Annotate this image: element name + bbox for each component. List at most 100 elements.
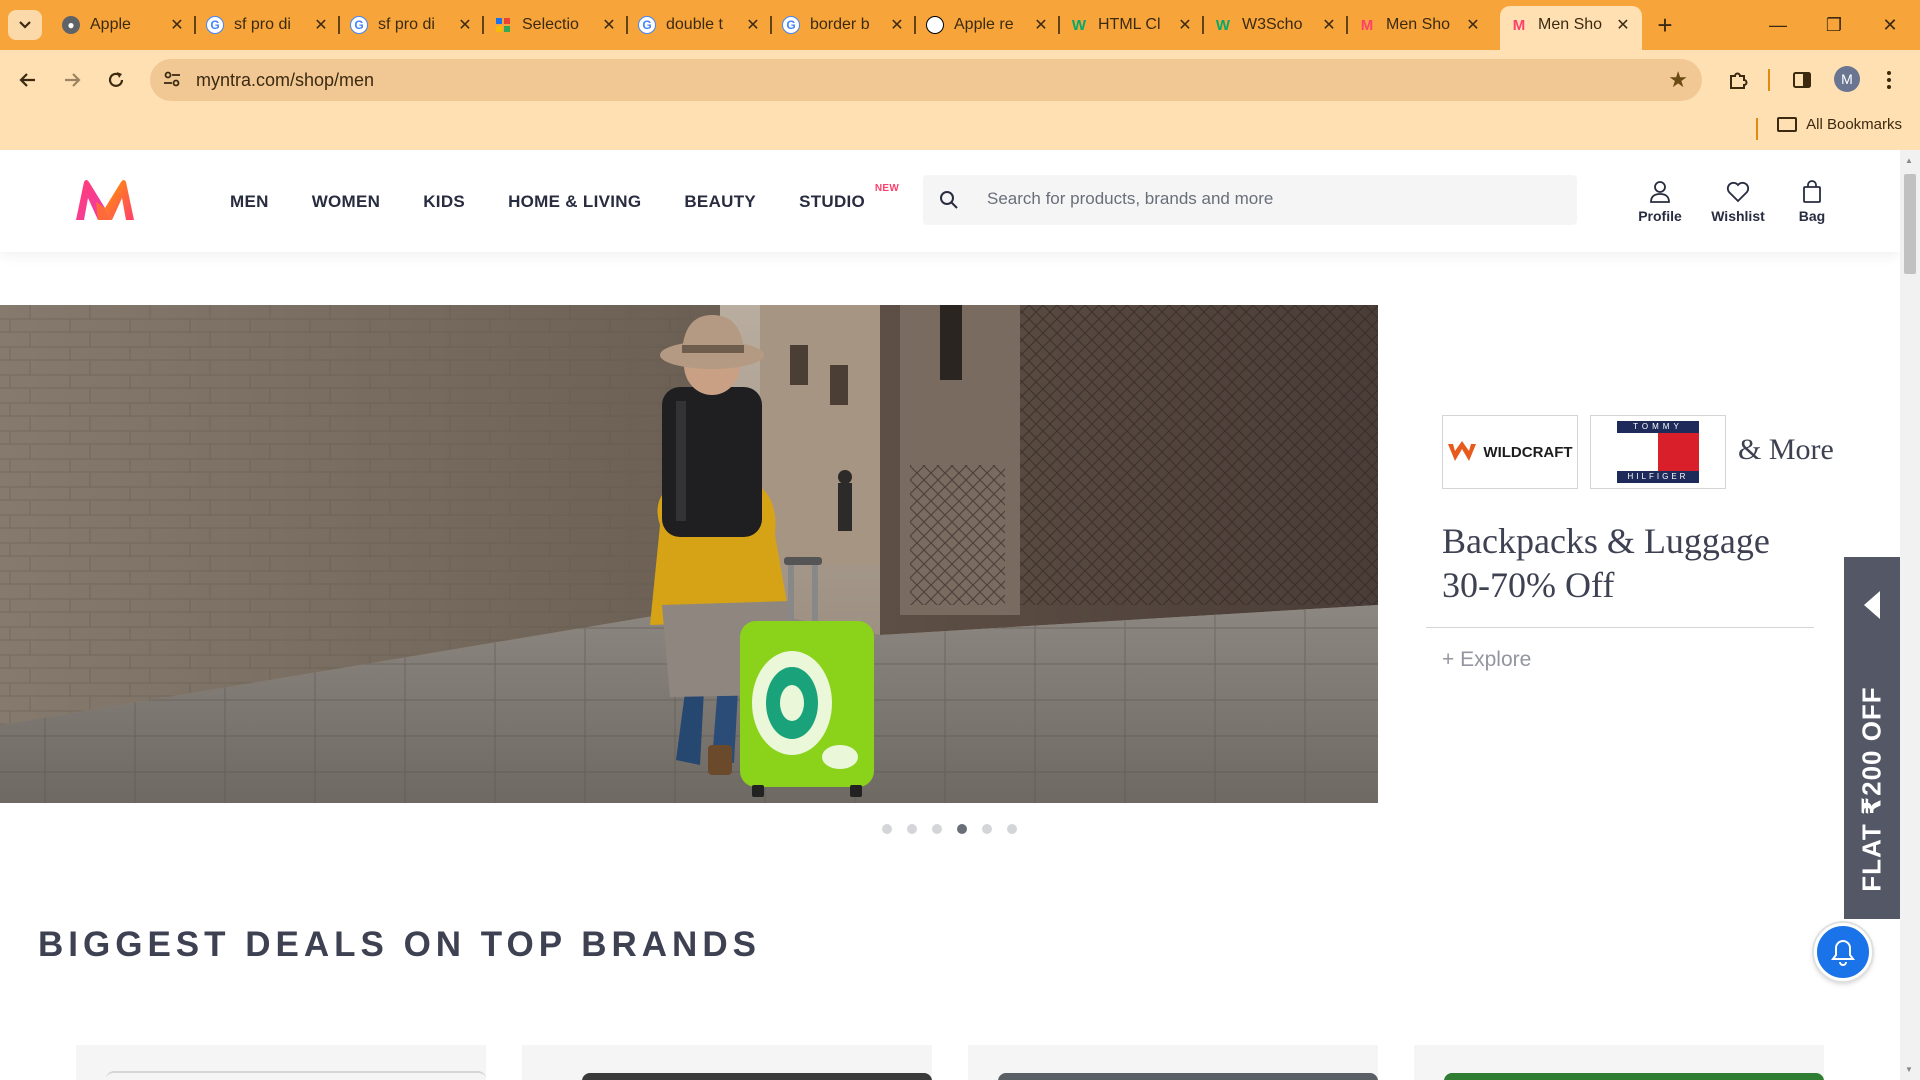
- tab-title: sf pro di: [378, 16, 435, 33]
- carousel-dot[interactable]: [982, 824, 992, 834]
- close-icon[interactable]: ✕: [1032, 15, 1050, 35]
- browser-tab[interactable]: Selectio ✕: [484, 8, 628, 42]
- nav-men[interactable]: MEN: [230, 192, 269, 212]
- forward-button[interactable]: [56, 64, 88, 96]
- close-icon[interactable]: ✕: [600, 15, 618, 35]
- web-page: MEN WOMEN KIDS HOME & LIVING BEAUTY STUD…: [0, 150, 1900, 1080]
- brand-deal-card[interactable]: [76, 1045, 486, 1080]
- browser-tab-active[interactable]: M Men Sho ✕: [1500, 6, 1642, 50]
- section-heading: BIGGEST DEALS ON TOP BRANDS: [38, 925, 761, 964]
- tab-title: Apple re: [954, 16, 1014, 33]
- scroll-up-icon[interactable]: ▲: [1905, 156, 1913, 165]
- carousel-dot[interactable]: [882, 824, 892, 834]
- close-icon[interactable]: ✕: [1320, 15, 1338, 35]
- wishlist-label: Wishlist: [1711, 208, 1765, 224]
- toolbar-divider: [1768, 69, 1770, 91]
- myntra-logo[interactable]: [74, 178, 136, 227]
- all-bookmarks-button[interactable]: All Bookmarks: [1777, 116, 1902, 133]
- folder-icon: [1777, 117, 1798, 132]
- wildcraft-logo: WILDCRAFT: [1442, 415, 1578, 489]
- browser-tab[interactable]: Apple re ✕: [916, 8, 1060, 42]
- carousel-dot[interactable]: [907, 824, 917, 834]
- browser-tab[interactable]: G sf pro di ✕: [196, 8, 340, 42]
- scroll-down-icon[interactable]: ▼: [1905, 1065, 1913, 1074]
- hero-illustration: [0, 305, 1378, 803]
- chevron-down-icon: [19, 21, 31, 29]
- nav-studio[interactable]: STUDIO NEW: [799, 183, 899, 212]
- brand-hilfiger: HILFIGER: [1627, 472, 1689, 481]
- browser-tab[interactable]: W W3Scho ✕: [1204, 8, 1348, 42]
- new-tab-button[interactable]: +: [1650, 10, 1680, 40]
- flat-offer-text: FLAT ₹200 OFF: [1856, 686, 1887, 892]
- tab-search-button[interactable]: [8, 10, 42, 40]
- scrollbar-thumb[interactable]: [1904, 174, 1916, 274]
- brand-wildcraft: WILDCRAFT: [1483, 443, 1573, 461]
- site-info-icon[interactable]: [162, 69, 182, 89]
- carousel-dot[interactable]: [1007, 824, 1017, 834]
- close-icon[interactable]: ✕: [168, 15, 186, 35]
- bookmark-star-icon[interactable]: ★: [1668, 67, 1688, 93]
- close-icon[interactable]: ✕: [744, 15, 762, 35]
- close-icon[interactable]: ✕: [456, 15, 474, 35]
- profile-button[interactable]: Profile: [1625, 180, 1695, 224]
- browser-tab[interactable]: M Men Sho ✕: [1348, 8, 1492, 42]
- myntra-icon: M: [1512, 16, 1526, 34]
- search-bar[interactable]: Search for products, brands and more: [923, 175, 1577, 225]
- bag-button[interactable]: Bag: [1777, 180, 1847, 224]
- tommy-flag-icon: TOMMY HILFIGER: [1617, 421, 1699, 483]
- brand-deal-card[interactable]: [522, 1045, 932, 1080]
- brand-deal-card[interactable]: [1414, 1045, 1824, 1080]
- side-panel-button[interactable]: [1786, 64, 1818, 96]
- bag-label: Bag: [1798, 208, 1826, 224]
- restore-button[interactable]: ❐: [1806, 8, 1862, 42]
- reload-button[interactable]: [100, 64, 132, 96]
- arrow-left-icon: [19, 73, 35, 87]
- tab-title: W3Scho: [1242, 16, 1303, 33]
- carousel-dot-active[interactable]: [957, 824, 967, 834]
- page-scrollbar[interactable]: ▲ ▼: [1900, 150, 1920, 1080]
- google-g-icon: G: [206, 16, 224, 34]
- brand-deal-card[interactable]: [968, 1045, 1378, 1080]
- selection-grid-icon: [494, 16, 512, 34]
- notification-bell-button[interactable]: [1814, 923, 1872, 981]
- nav-women[interactable]: WOMEN: [312, 192, 381, 212]
- all-bookmarks-label: All Bookmarks: [1806, 116, 1902, 133]
- close-icon[interactable]: ✕: [1614, 15, 1632, 35]
- brands-more-text: & More: [1738, 433, 1834, 466]
- close-icon[interactable]: ✕: [888, 15, 906, 35]
- browser-tab[interactable]: ● Apple ✕: [52, 8, 196, 42]
- address-bar[interactable]: myntra.com/shop/men ★: [150, 59, 1702, 101]
- close-window-button[interactable]: ✕: [1862, 8, 1918, 42]
- google-g-icon: G: [350, 16, 368, 34]
- flat-offer-tab[interactable]: FLAT ₹200 OFF: [1844, 557, 1900, 919]
- wishlist-button[interactable]: Wishlist: [1703, 180, 1773, 224]
- w3schools-icon: W: [1071, 16, 1087, 34]
- close-icon[interactable]: ✕: [312, 15, 330, 35]
- brand-tommy: TOMMY: [1633, 422, 1683, 431]
- banner-divider: [1426, 627, 1814, 628]
- search-icon: [940, 191, 958, 209]
- extensions-button[interactable]: [1722, 64, 1754, 96]
- url-text[interactable]: myntra.com/shop/men: [196, 70, 374, 91]
- nav-kids[interactable]: KIDS: [423, 192, 465, 212]
- minimize-button[interactable]: —: [1750, 8, 1806, 42]
- explore-link[interactable]: + Explore: [1442, 648, 1531, 672]
- carousel-dot[interactable]: [932, 824, 942, 834]
- close-icon[interactable]: ✕: [1464, 15, 1482, 35]
- browser-tab[interactable]: G sf pro di ✕: [340, 8, 484, 42]
- browser-tab[interactable]: G border b ✕: [772, 8, 916, 42]
- back-button[interactable]: [12, 64, 44, 96]
- tommy-hilfiger-logo: TOMMY HILFIGER: [1590, 415, 1726, 489]
- browser-tab[interactable]: G double t ✕: [628, 8, 772, 42]
- close-icon[interactable]: ✕: [1176, 15, 1194, 35]
- nav-home-living[interactable]: HOME & LIVING: [508, 192, 641, 212]
- browser-menu-button[interactable]: [1876, 64, 1902, 96]
- nav-beauty[interactable]: BEAUTY: [684, 192, 756, 212]
- tab-title: HTML Cl: [1098, 16, 1161, 33]
- main-nav: MEN WOMEN KIDS HOME & LIVING BEAUTY STUD…: [230, 183, 908, 212]
- tab-title: Apple: [90, 16, 131, 33]
- profile-avatar[interactable]: M: [1834, 66, 1860, 92]
- hero-banner-image[interactable]: [0, 305, 1378, 803]
- browser-tab[interactable]: W HTML Cl ✕: [1060, 8, 1204, 42]
- w3schools-icon: W: [1215, 16, 1231, 34]
